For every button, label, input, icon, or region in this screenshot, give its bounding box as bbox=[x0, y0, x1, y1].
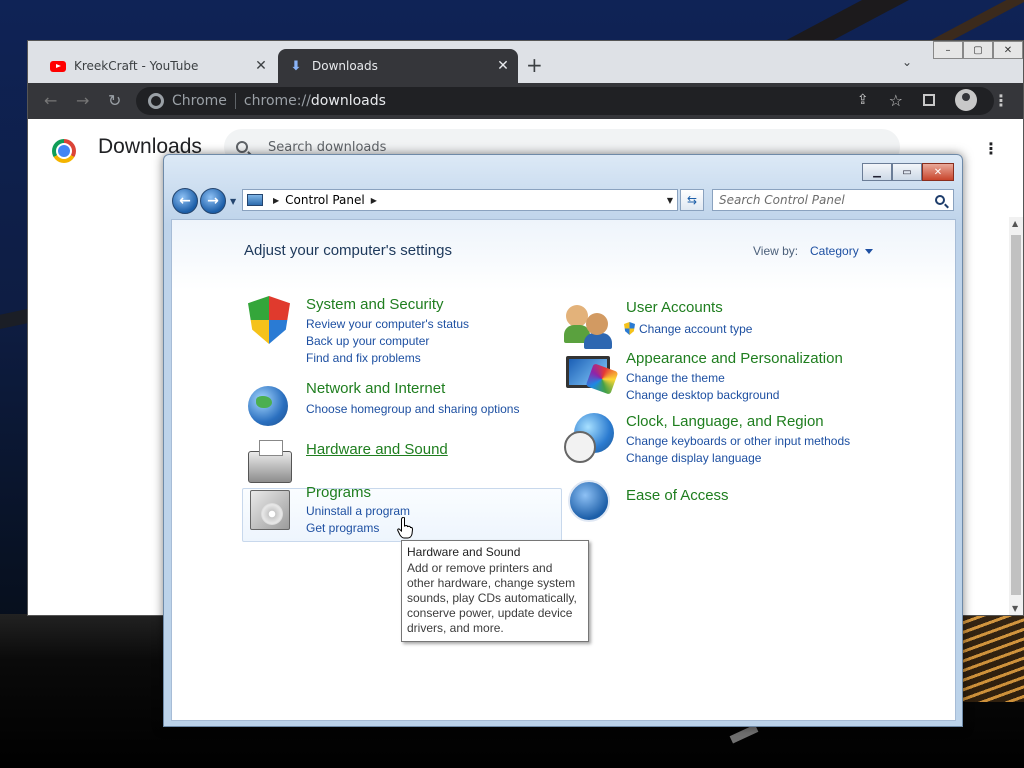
maximize-button[interactable]: ▭ bbox=[892, 163, 922, 181]
users-icon bbox=[564, 299, 614, 349]
refresh-button[interactable]: ⇆ bbox=[680, 189, 704, 211]
window-controls: – ▢ ✕ bbox=[933, 41, 1023, 59]
page-title: Adjust your computer's settings bbox=[244, 242, 452, 259]
new-tab-button[interactable]: + bbox=[526, 53, 543, 77]
search-icon bbox=[236, 141, 248, 153]
close-button[interactable]: ✕ bbox=[922, 163, 954, 181]
toolbar-actions: ⇪ ☆ ⋮ bbox=[847, 89, 1015, 111]
downloads-menu-icon[interactable]: ⋮ bbox=[983, 139, 999, 158]
hand-cursor-icon bbox=[397, 517, 413, 539]
category-link[interactable]: Choose homegroup and sharing options bbox=[306, 402, 519, 416]
breadcrumb-arrow-icon[interactable]: ▶ bbox=[273, 196, 279, 205]
url-prefix: chrome:// bbox=[243, 93, 311, 109]
category-link[interactable]: Change desktop background bbox=[626, 388, 779, 402]
window-controls: ▁ ▭ ✕ bbox=[862, 163, 954, 181]
monitor-palette-icon bbox=[564, 350, 614, 400]
category-title[interactable]: Ease of Access bbox=[626, 487, 729, 504]
scroll-thumb[interactable] bbox=[1011, 235, 1021, 595]
control-panel-search[interactable] bbox=[712, 189, 954, 211]
hover-tooltip: Hardware and Sound Add or remove printer… bbox=[401, 540, 589, 642]
category-title[interactable]: System and Security bbox=[306, 296, 444, 313]
chrome-menu-icon[interactable]: ⋮ bbox=[993, 91, 1009, 110]
wallpaper-lights bbox=[962, 612, 1024, 702]
programs-box-icon bbox=[244, 484, 294, 534]
category-link[interactable]: Review your computer's status bbox=[306, 317, 469, 331]
category-link[interactable]: Change the theme bbox=[626, 371, 725, 385]
scroll-up-icon[interactable]: ▲ bbox=[1012, 219, 1018, 228]
breadcrumb-arrow-icon[interactable]: ▶ bbox=[371, 196, 377, 205]
address-dropdown-icon[interactable]: ▼ bbox=[667, 196, 673, 205]
tab-search-button[interactable]: ⌄ bbox=[902, 55, 912, 69]
category-title[interactable]: Network and Internet bbox=[306, 380, 445, 397]
view-by-dropdown[interactable]: Category bbox=[810, 244, 873, 258]
close-button[interactable]: ✕ bbox=[993, 41, 1023, 59]
chrome-page-icon bbox=[148, 93, 164, 109]
control-panel-icon bbox=[247, 194, 263, 206]
category-title[interactable]: Appearance and Personalization bbox=[626, 350, 843, 367]
control-panel-window: ▁ ▭ ✕ ← → ▼ ▶ Control Panel ▶ ▼ ⇆ Adjust… bbox=[163, 154, 963, 727]
category-link[interactable]: Uninstall a program bbox=[306, 504, 410, 518]
uac-shield-icon bbox=[624, 322, 635, 335]
tab-strip: KreekCraft - YouTube ✕ ⬇ Downloads ✕ + ⌄… bbox=[28, 41, 1023, 83]
recent-pages-icon[interactable]: ▼ bbox=[230, 197, 236, 206]
ease-of-access-icon bbox=[564, 476, 614, 526]
bookmark-star-icon[interactable]: ☆ bbox=[889, 91, 903, 110]
minimize-button[interactable]: – bbox=[933, 41, 963, 59]
category-link[interactable]: Change keyboards or other input methods bbox=[626, 434, 850, 448]
category-title[interactable]: Clock, Language, and Region bbox=[626, 413, 824, 430]
download-icon: ⬇ bbox=[290, 58, 302, 74]
clock-globe-icon bbox=[564, 413, 614, 463]
minimize-button[interactable]: ▁ bbox=[862, 163, 892, 181]
tab-youtube[interactable]: KreekCraft - YouTube ✕ bbox=[40, 49, 276, 83]
explorer-address-bar[interactable]: ▶ Control Panel ▶ ▼ bbox=[242, 189, 678, 211]
category-link[interactable]: Get programs bbox=[306, 521, 379, 535]
forward-button[interactable]: → bbox=[200, 188, 226, 214]
category-title[interactable]: Programs bbox=[306, 484, 371, 501]
breadcrumb-control-panel[interactable]: Control Panel bbox=[285, 193, 365, 207]
back-button[interactable]: ← bbox=[44, 91, 57, 110]
search-input[interactable] bbox=[713, 193, 935, 207]
category-link[interactable]: Change account type bbox=[624, 322, 752, 336]
maximize-button[interactable]: ▢ bbox=[963, 41, 993, 59]
security-shield-icon bbox=[244, 296, 294, 346]
category-title[interactable]: Hardware and Sound bbox=[306, 441, 448, 458]
category-link[interactable]: Find and fix problems bbox=[306, 351, 421, 365]
search-placeholder: Search downloads bbox=[268, 139, 387, 155]
close-tab-icon[interactable]: ✕ bbox=[252, 58, 270, 74]
category-title[interactable]: User Accounts bbox=[626, 299, 723, 316]
reload-button[interactable]: ↻ bbox=[108, 91, 121, 110]
tab-title: KreekCraft - YouTube bbox=[74, 59, 199, 73]
scheme-chip: Chrome bbox=[172, 93, 227, 109]
tooltip-body: Add or remove printers and other hardwar… bbox=[407, 561, 577, 635]
tab-downloads[interactable]: ⬇ Downloads ✕ bbox=[278, 49, 518, 83]
youtube-icon bbox=[50, 58, 66, 74]
divider bbox=[234, 93, 236, 109]
chrome-logo-icon bbox=[52, 139, 76, 163]
category-link[interactable]: Change display language bbox=[626, 451, 761, 465]
share-icon[interactable]: ⇪ bbox=[857, 92, 869, 108]
network-globe-icon bbox=[244, 380, 294, 430]
browser-toolbar: ← → ↻ Chrome chrome:// downloads ⇪ ☆ ⋮ bbox=[28, 83, 1023, 119]
category-link[interactable]: Back up your computer bbox=[306, 334, 429, 348]
view-by-label: View by: bbox=[753, 244, 799, 258]
back-button[interactable]: ← bbox=[172, 188, 198, 214]
page-scrollbar[interactable]: ▲ ▼ bbox=[1009, 217, 1023, 615]
close-tab-icon[interactable]: ✕ bbox=[494, 58, 512, 74]
side-panel-icon[interactable] bbox=[923, 94, 935, 106]
tab-title: Downloads bbox=[312, 59, 378, 73]
category-link-label: Change account type bbox=[639, 322, 753, 336]
forward-button[interactable]: → bbox=[76, 91, 89, 110]
url-host: downloads bbox=[310, 93, 386, 109]
tooltip-title: Hardware and Sound bbox=[407, 545, 521, 559]
profile-avatar-icon[interactable] bbox=[955, 89, 977, 111]
scroll-down-icon[interactable]: ▼ bbox=[1012, 604, 1018, 613]
search-icon[interactable] bbox=[935, 195, 945, 205]
explorer-navigation: ← → ▼ bbox=[172, 188, 238, 214]
control-panel-content: Adjust your computer's settings View by:… bbox=[171, 219, 956, 721]
